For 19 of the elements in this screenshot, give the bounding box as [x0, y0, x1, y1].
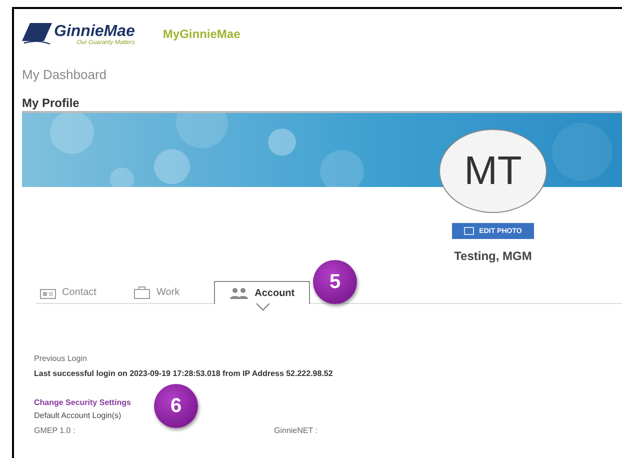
default-logins-label: Default Account Login(s) [34, 411, 122, 420]
users-icon [228, 287, 249, 299]
previous-login-label: Previous Login [34, 354, 88, 363]
profile-tab[interactable]: Work [130, 282, 184, 303]
photo-icon [464, 227, 474, 235]
briefcase-icon [134, 286, 150, 299]
login-label: GMEP 1.0 : [34, 426, 76, 435]
tab-pointer-icon [256, 303, 270, 311]
logo-icon [22, 22, 52, 44]
login-label: GinnieNET : [274, 426, 318, 435]
id-card-icon [40, 286, 56, 298]
step-badge: 6 [154, 384, 198, 428]
profile-tab[interactable]: Contact [36, 282, 100, 303]
change-security-link[interactable]: Change Security Settings [34, 398, 131, 407]
profile-name: Testing, MGM [454, 249, 532, 263]
brand-name: GinnieMae [54, 22, 135, 40]
page-title: My Dashboard [22, 67, 108, 82]
step-badge: 5 [313, 260, 357, 304]
last-login-text: Last successful login on 2023-09-19 17:28:53.018 from IP Address 52.222.98.52 [34, 369, 334, 378]
